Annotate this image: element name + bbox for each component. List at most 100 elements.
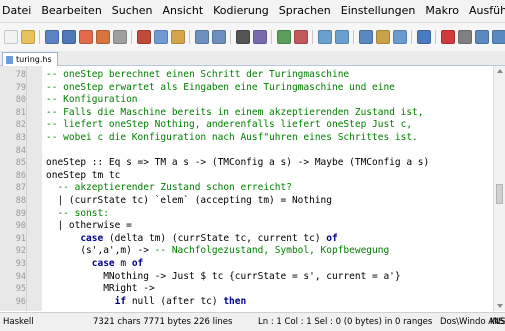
line-code: -- Falls die Maschine bereits in einem a… bbox=[46, 107, 424, 119]
scroll-down-icon[interactable] bbox=[497, 304, 503, 308]
code-text: oneStep tm tc bbox=[46, 169, 121, 181]
status-bar: Haskell 7321 chars 7771 bytes 226 lines … bbox=[0, 312, 505, 331]
save-all-icon[interactable] bbox=[61, 30, 76, 44]
line-number: 82 bbox=[15, 120, 26, 131]
line-code: case (delta tm) (currState tc, current t… bbox=[46, 232, 338, 245]
line-number: 86 bbox=[15, 170, 26, 181]
code-line: 83 -- wobei c die Konfiguration nach Ausf… bbox=[0, 132, 493, 144]
code-comment: -- oneStep erwartet als Eingaben eine Tu… bbox=[46, 81, 395, 93]
menu-item-4[interactable]: Kodierung bbox=[208, 0, 274, 22]
menu-item-1[interactable]: Bearbeiten bbox=[36, 0, 106, 22]
code-line: 96 if null (after tc) then bbox=[0, 296, 493, 308]
code-line: 85 oneStep :: Eq s => TM a s -> (TMConfig… bbox=[0, 157, 493, 169]
play-macro-icon[interactable] bbox=[474, 30, 489, 44]
close-all-icon[interactable] bbox=[95, 30, 110, 44]
close-icon[interactable] bbox=[78, 30, 93, 44]
sync-h-icon[interactable] bbox=[334, 30, 349, 44]
line-code: -- liefert oneStep Nothing, anderenfalls… bbox=[46, 119, 412, 131]
code-comment: -- Konfiguration bbox=[46, 94, 138, 106]
toolbar bbox=[0, 23, 505, 51]
code-text: | otherwise = bbox=[46, 220, 132, 232]
toolbar-separator bbox=[189, 30, 190, 44]
menu-item-2[interactable]: Suchen bbox=[107, 0, 158, 22]
print-icon[interactable] bbox=[112, 30, 127, 44]
status-document-stats: 7321 chars 7771 bytes 226 lines bbox=[93, 317, 233, 327]
document-icon bbox=[6, 55, 13, 64]
menu-bar: Datei Bearbeiten Suchen Ansicht Kodierung Spr… bbox=[0, 0, 505, 23]
record-macro-icon[interactable] bbox=[440, 30, 455, 44]
code-line: 93 case m of bbox=[0, 258, 493, 270]
save-icon[interactable] bbox=[44, 30, 59, 44]
code-editor[interactable]: 78 -- oneStep berechnet einen Schritt der… bbox=[0, 66, 493, 311]
code-line: 87 -- akzeptierender Zustand schon errei… bbox=[0, 182, 493, 194]
stop-macro-icon[interactable] bbox=[457, 30, 472, 44]
code-text: MRight -> bbox=[46, 283, 155, 295]
replace-icon[interactable] bbox=[252, 30, 267, 44]
code-text: (delta tm) (currState tc, current tc) bbox=[103, 232, 327, 244]
line-code: -- wobei c die Konfiguration nach Ausf"u… bbox=[46, 132, 418, 144]
line-code: -- akzeptierender Zustand schon erreicht… bbox=[46, 182, 292, 194]
menu-item-6[interactable]: Einstellungen bbox=[336, 0, 421, 22]
scroll-up-icon[interactable] bbox=[497, 69, 503, 73]
code-line: 86 oneStep tm tc bbox=[0, 170, 493, 182]
menu-item-5[interactable]: Sprachen bbox=[274, 0, 336, 22]
sync-v-icon[interactable] bbox=[317, 30, 332, 44]
code-line: 91 case (delta tm) (currState tc, curren… bbox=[0, 233, 493, 245]
line-number: 80 bbox=[15, 95, 26, 106]
line-code: oneStep :: Eq s => TM a s -> (TMConfig a… bbox=[46, 157, 429, 169]
tab-label: turing.hs bbox=[16, 55, 52, 64]
find-icon[interactable] bbox=[235, 30, 250, 44]
code-text: null (after tc) bbox=[126, 295, 224, 307]
code-line: 95 MRight -> bbox=[0, 283, 493, 295]
run-multiple-icon[interactable] bbox=[491, 30, 505, 44]
new-file-icon[interactable] bbox=[3, 30, 18, 44]
code-keyword: if bbox=[114, 295, 127, 307]
undo-icon[interactable] bbox=[194, 30, 209, 44]
code-text: MNothing -> Just $ tc {currState = s', c… bbox=[46, 270, 401, 282]
code-comment: -- akzeptierender Zustand schon erreicht… bbox=[57, 182, 292, 194]
all-chars-icon[interactable] bbox=[375, 30, 390, 44]
indent-guide-icon[interactable] bbox=[392, 30, 407, 44]
line-number: 87 bbox=[15, 183, 26, 194]
wrap-icon[interactable] bbox=[358, 30, 373, 44]
status-insert-mode: INS bbox=[490, 317, 505, 327]
tab-turing-hs[interactable]: turing.hs bbox=[2, 52, 58, 66]
zoom-out-icon[interactable] bbox=[293, 30, 308, 44]
copy-icon[interactable] bbox=[153, 30, 168, 44]
line-number: 83 bbox=[15, 133, 26, 143]
code-keyword: case bbox=[80, 232, 104, 244]
code-keyword: of bbox=[326, 232, 338, 244]
code-line: 90 | otherwise = bbox=[0, 220, 493, 232]
cut-icon[interactable] bbox=[136, 30, 151, 44]
vertical-scrollbar[interactable] bbox=[493, 66, 505, 311]
redo-icon[interactable] bbox=[211, 30, 226, 44]
line-code: if null (after tc) then bbox=[46, 295, 247, 308]
menu-item-7[interactable]: Makro bbox=[420, 0, 464, 22]
paste-icon[interactable] bbox=[170, 30, 185, 44]
line-number: 94 bbox=[15, 271, 26, 282]
toolbar-separator bbox=[131, 30, 132, 44]
toolbar-separator bbox=[271, 30, 272, 44]
status-language: Haskell bbox=[3, 317, 34, 327]
code-line: 88 | (currState tc) `elem` (accepting tm… bbox=[0, 195, 493, 207]
zoom-in-icon[interactable] bbox=[276, 30, 291, 44]
code-text: m bbox=[114, 258, 132, 269]
doc-map-icon[interactable] bbox=[416, 30, 431, 44]
menu-item-3[interactable]: Ansicht bbox=[158, 0, 209, 22]
line-code: (s',a',m) -> -- Nachfolgezustand, Symbol… bbox=[46, 245, 389, 257]
open-file-icon[interactable] bbox=[20, 30, 35, 44]
code-text: oneStep :: Eq s => TM a s -> (TMConfig a… bbox=[46, 157, 430, 169]
line-number: 78 bbox=[15, 70, 26, 80]
code-line: 80 -- Konfiguration bbox=[0, 94, 493, 106]
menu-item-0[interactable]: Datei bbox=[0, 0, 36, 22]
menu-item-8[interactable]: Ausführen bbox=[464, 0, 505, 22]
line-code: | otherwise = bbox=[46, 220, 132, 232]
code-line: 82 -- liefert oneStep Nothing, anderenfal… bbox=[0, 119, 493, 131]
code-comment: -- Falls die Maschine bereits in einem a… bbox=[46, 106, 424, 118]
scroll-thumb[interactable] bbox=[496, 184, 503, 204]
code-text: | (currState tc) `elem` (accepting tm) =… bbox=[46, 195, 332, 206]
line-number: 81 bbox=[15, 107, 26, 118]
